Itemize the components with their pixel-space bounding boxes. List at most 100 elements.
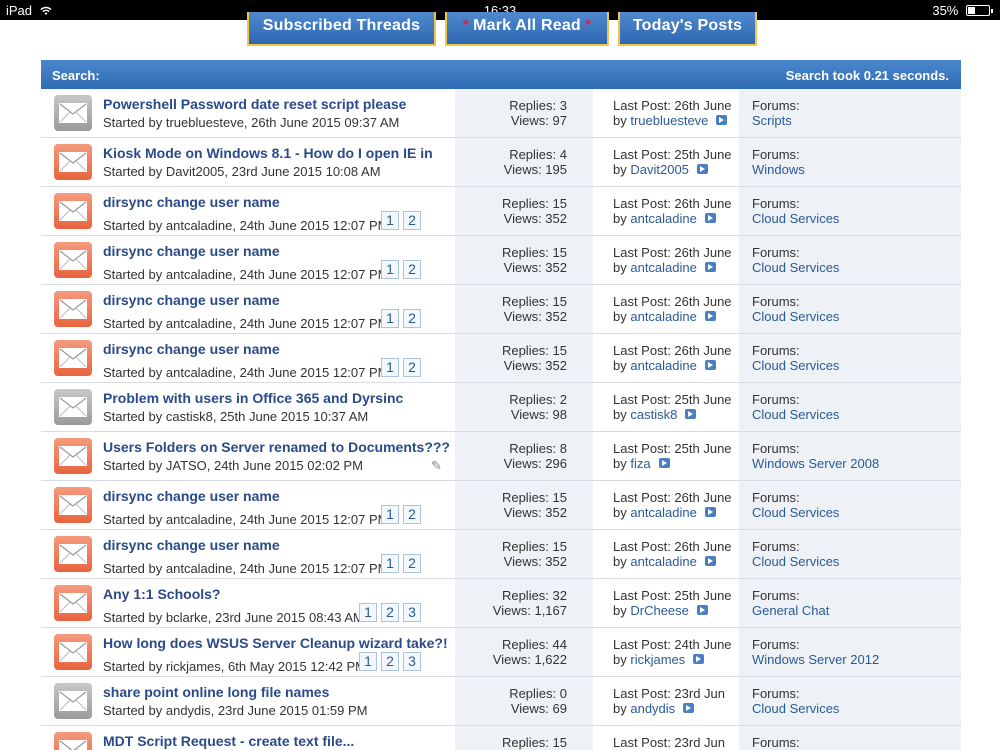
thread-title-link[interactable]: dirsync change user name: [103, 194, 280, 210]
envelope-icon: [59, 446, 87, 466]
thread-title-link[interactable]: How long does WSUS Server Cleanup wizard…: [103, 635, 448, 651]
page-link[interactable]: 2: [403, 211, 421, 230]
thread-title-link[interactable]: Problem with users in Office 365 and Dyr…: [103, 390, 403, 406]
thread-title-link[interactable]: Users Folders on Server renamed to Docum…: [103, 439, 450, 455]
subscribed-threads-button[interactable]: Subscribed Threads: [247, 12, 436, 46]
thread-stats-cell: Replies: 15 Views: 352: [455, 530, 593, 578]
last-post-user-link[interactable]: antcaladine: [630, 358, 697, 373]
last-post-user-link[interactable]: Davit2005: [630, 162, 689, 177]
thread-title-link[interactable]: MDT Script Request - create text file...: [103, 733, 354, 749]
thread-status-icon[interactable]: [54, 389, 92, 425]
thread-status-icon[interactable]: [54, 144, 92, 180]
thread-status-icon[interactable]: [54, 95, 92, 131]
last-post-date: Last Post: 24th June: [613, 637, 732, 652]
thread-status-icon[interactable]: [54, 291, 92, 327]
forum-link[interactable]: Windows Server 2008: [752, 456, 879, 471]
envelope-icon: [59, 740, 87, 750]
thread-status-icon[interactable]: [54, 340, 92, 376]
thread-status-icon[interactable]: [54, 634, 92, 670]
go-to-last-post-icon[interactable]: [693, 654, 705, 664]
last-post-user-link[interactable]: truebluesteve: [630, 113, 708, 128]
last-post-user-link[interactable]: antcaladine: [630, 554, 697, 569]
page-links: 12: [381, 260, 425, 280]
thread-status-icon[interactable]: [54, 242, 92, 278]
forum-link[interactable]: Windows Server 2012: [752, 652, 879, 667]
page-link[interactable]: 1: [359, 652, 377, 671]
thread-title-cell: MDT Script Request - create text file...: [41, 726, 455, 750]
page-link[interactable]: 1: [381, 554, 399, 573]
forum-link[interactable]: Cloud Services: [752, 407, 839, 422]
page-link[interactable]: 3: [403, 652, 421, 671]
thread-status-icon[interactable]: [54, 438, 92, 474]
forum-link[interactable]: Cloud Services: [752, 505, 839, 520]
thread-title-link[interactable]: dirsync change user name: [103, 537, 280, 553]
thread-title-link[interactable]: Any 1:1 Schools?: [103, 586, 220, 602]
thread-status-icon[interactable]: [54, 732, 92, 750]
thread-title-link[interactable]: share point online long file names: [103, 684, 329, 700]
thread-title-link[interactable]: dirsync change user name: [103, 292, 280, 308]
forum-link[interactable]: Scripts: [752, 113, 792, 128]
thread-stats-cell: Replies: 15 Views: 352: [455, 187, 593, 235]
page-link[interactable]: 1: [381, 358, 399, 377]
thread-title-link[interactable]: dirsync change user name: [103, 243, 280, 259]
go-to-last-post-icon[interactable]: [704, 262, 716, 272]
last-post-user-link[interactable]: antcaladine: [630, 309, 697, 324]
thread-title-link[interactable]: Kiosk Mode on Windows 8.1 - How do I ope…: [103, 145, 433, 161]
go-to-last-post-icon[interactable]: [683, 703, 695, 713]
last-post-user-link[interactable]: fiza: [630, 456, 650, 471]
go-to-last-post-icon[interactable]: [704, 556, 716, 566]
thread-status-icon[interactable]: [54, 585, 92, 621]
last-post-cell: Last Post: 26th June by antcaladine: [593, 187, 739, 235]
forums-label: Forums:: [752, 98, 800, 113]
forum-link[interactable]: Cloud Services: [752, 358, 839, 373]
last-post-user-link[interactable]: antcaladine: [630, 260, 697, 275]
page-link[interactable]: 1: [381, 309, 399, 328]
envelope-icon: [59, 593, 87, 613]
go-to-last-post-icon[interactable]: [704, 507, 716, 517]
page-link[interactable]: 2: [403, 554, 421, 573]
forum-link[interactable]: Cloud Services: [752, 309, 839, 324]
last-post-user-link[interactable]: DrCheese: [630, 603, 689, 618]
thread-status-icon[interactable]: [54, 487, 92, 523]
thread-title-link[interactable]: dirsync change user name: [103, 341, 280, 357]
page-link[interactable]: 2: [381, 603, 399, 622]
mark-all-read-button[interactable]: * Mark All Read *: [445, 12, 609, 46]
page-link[interactable]: 2: [403, 505, 421, 524]
page-link[interactable]: 2: [403, 260, 421, 279]
go-to-last-post-icon[interactable]: [704, 213, 716, 223]
page-link[interactable]: 3: [403, 603, 421, 622]
thread-title-link[interactable]: Powershell Password date reset script pl…: [103, 96, 406, 112]
thread-status-icon[interactable]: [54, 536, 92, 572]
thread-title-link[interactable]: dirsync change user name: [103, 488, 280, 504]
go-to-last-post-icon[interactable]: [704, 360, 716, 370]
forum-link[interactable]: Cloud Services: [752, 260, 839, 275]
last-post-user-link[interactable]: antcaladine: [630, 211, 697, 226]
go-to-last-post-icon[interactable]: [685, 409, 697, 419]
thread-status-icon[interactable]: [54, 193, 92, 229]
page-link[interactable]: 2: [403, 309, 421, 328]
envelope-icon: [59, 250, 87, 270]
page-link[interactable]: 2: [381, 652, 399, 671]
last-post-user-link[interactable]: castisk8: [630, 407, 677, 422]
last-post-by: by castisk8: [613, 407, 697, 422]
go-to-last-post-icon[interactable]: [658, 458, 670, 468]
go-to-last-post-icon[interactable]: [696, 164, 708, 174]
forum-link[interactable]: General Chat: [752, 603, 829, 618]
todays-posts-button[interactable]: Today's Posts: [618, 12, 757, 46]
forum-link[interactable]: Cloud Services: [752, 701, 839, 716]
forum-link[interactable]: Cloud Services: [752, 211, 839, 226]
last-post-user-link[interactable]: andydis: [630, 701, 675, 716]
page-link[interactable]: 1: [381, 505, 399, 524]
forum-link[interactable]: Windows: [752, 162, 805, 177]
go-to-last-post-icon[interactable]: [696, 605, 708, 615]
last-post-user-link[interactable]: rickjames: [630, 652, 685, 667]
page-link[interactable]: 2: [403, 358, 421, 377]
page-link[interactable]: 1: [381, 260, 399, 279]
page-link[interactable]: 1: [359, 603, 377, 622]
go-to-last-post-icon[interactable]: [704, 311, 716, 321]
page-link[interactable]: 1: [381, 211, 399, 230]
last-post-user-link[interactable]: antcaladine: [630, 505, 697, 520]
go-to-last-post-icon[interactable]: [716, 115, 728, 125]
forum-link[interactable]: Cloud Services: [752, 554, 839, 569]
thread-status-icon[interactable]: [54, 683, 92, 719]
